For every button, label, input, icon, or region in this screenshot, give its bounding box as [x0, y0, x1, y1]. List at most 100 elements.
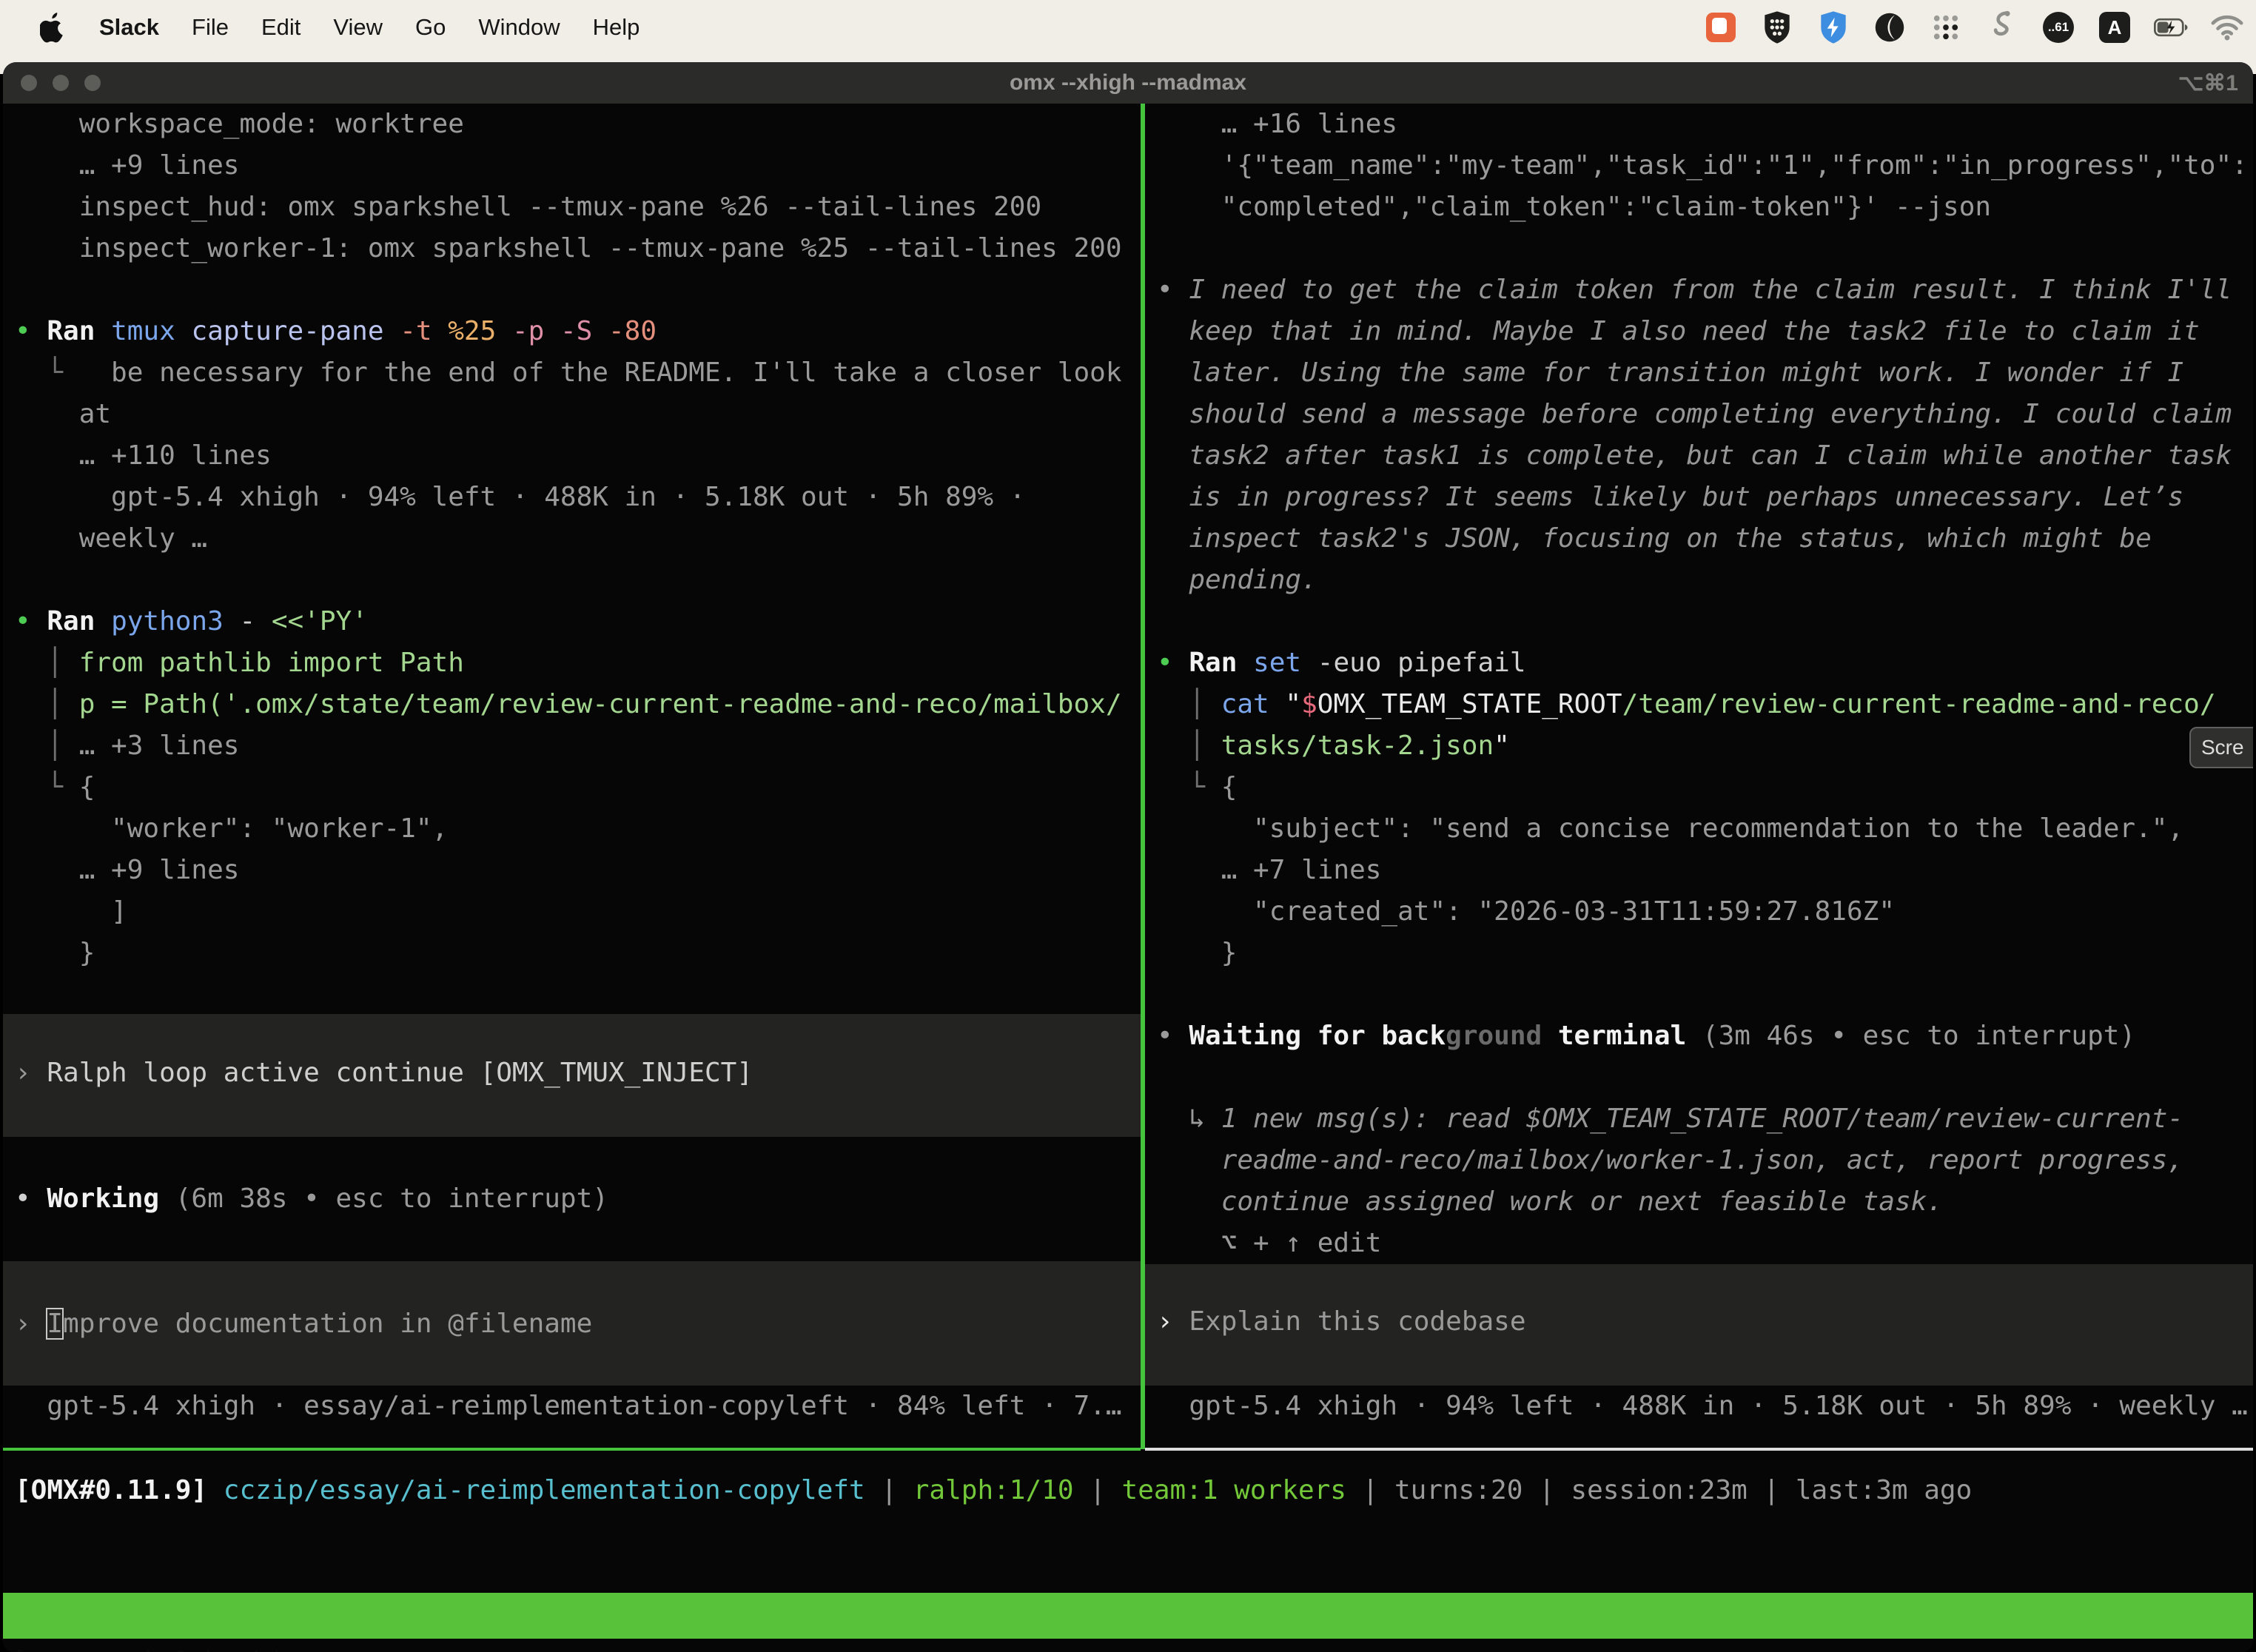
text-segment: weekly …	[15, 523, 207, 554]
notification-icon[interactable]	[1704, 10, 1738, 44]
text-segment: "worker": "worker-1",	[15, 813, 448, 844]
terminal-line: ]	[3, 891, 1141, 933]
text-segment: •	[15, 606, 47, 637]
text-segment: $	[1301, 689, 1317, 719]
menu-item-slack[interactable]: Slack	[99, 14, 159, 41]
text-segment: └	[15, 772, 79, 802]
terminal-line: └ {	[3, 767, 1141, 808]
menu-item-view[interactable]: View	[333, 14, 383, 41]
text-segment: -80	[608, 316, 657, 346]
window-shortcut-badge: ⌥⌘1	[2178, 70, 2238, 96]
prompt-input-line: › Ralph loop active continue [OMX_TMUX_I…	[3, 1052, 1141, 1094]
improve-input-band[interactable]: › Improve documentation in @filename	[3, 1261, 1141, 1386]
input-source-icon[interactable]: A	[2098, 10, 2132, 44]
wifi-icon[interactable]	[2210, 10, 2244, 44]
text-segment: └	[15, 357, 63, 388]
terminal-line: … +110 lines	[3, 435, 1141, 477]
text-segment: … +9 lines	[15, 855, 239, 885]
battery-icon[interactable]	[2154, 10, 2188, 44]
working-status-line: • Working (6m 38s • esc to interrupt)	[3, 1178, 1141, 1220]
text-segment: tasks/task-2.json	[1221, 731, 1494, 761]
shield-bolt-icon[interactable]	[1816, 10, 1850, 44]
tmux-session-name[interactable]: [omx-cczip0:bash*	[12, 1639, 284, 1652]
text-segment: │	[1157, 731, 1221, 761]
omx-session-status: [OMX#0.11.9] cczip/essay/ai-reimplementa…	[3, 1470, 2253, 1511]
terminal-line: }	[3, 933, 1141, 974]
text-segment: "subject": "send a concise recommendatio…	[1157, 813, 2183, 844]
text-segment: •	[1157, 275, 1189, 305]
text-segment: ground	[1446, 1021, 1542, 1051]
text-segment: later. Using the same for transition mig…	[1157, 357, 2183, 388]
terminal-line: └ {	[1145, 767, 2253, 808]
text-segment: is in progress? It seems likely but perh…	[1157, 482, 2183, 512]
tmux-status-bar: [omx-cczip0:bash* "MacBook-Pro-44.local"…	[3, 1593, 2253, 1639]
text-segment: │	[15, 689, 79, 719]
text-segment: capture-pane	[191, 316, 400, 346]
text-segment: /team/review-current-readme-and-reco/	[1622, 689, 2216, 719]
text-segment: … +110 lines	[15, 440, 272, 471]
dots-grid-icon[interactable]	[1929, 10, 1963, 44]
model-status-line: gpt-5.4 xhigh · essay/ai-reimplementatio…	[3, 1386, 1141, 1427]
text-segment: (6m 38s • esc to interrupt)	[175, 1183, 608, 1214]
text-segment: cat	[1221, 689, 1286, 719]
terminal-line: '{"team_name":"my-team","task_id":"1","f…	[1145, 145, 2253, 187]
terminal-line: "completed","claim_token":"claim-token"}…	[1145, 187, 2253, 228]
menu-item-edit[interactable]: Edit	[261, 14, 301, 41]
text-segment: Ralph loop active continue [OMX_TMUX_INJ…	[47, 1058, 753, 1088]
text-segment: •	[1157, 648, 1189, 678]
text-segment: p = Path('.omx/state/team/review-current…	[79, 689, 1122, 719]
text-segment: |	[1074, 1475, 1122, 1505]
text-segment: [OMX#0.11.9]	[15, 1475, 224, 1505]
desktop: Slack File Edit View Go Window Help ..61	[0, 0, 2256, 1652]
text-segment: task2 after task1 is complete, but can I…	[1157, 440, 2232, 471]
text-segment: gpt-5.4 xhigh · essay/ai-reimplementatio…	[15, 1391, 1122, 1421]
text-segment: }	[15, 938, 95, 968]
blank-line	[1145, 601, 2253, 642]
explain-input-band[interactable]: › Explain this codebase	[1145, 1264, 2253, 1386]
password-grid-icon[interactable]	[1760, 10, 1794, 44]
menu-item-go[interactable]: Go	[415, 14, 446, 41]
menu-item-help[interactable]: Help	[593, 14, 640, 41]
battery-percent-icon[interactable]: ..61	[2041, 10, 2075, 44]
text-segment: 'PY'	[303, 606, 368, 637]
apple-menu-icon[interactable]	[40, 10, 70, 44]
menu-bar-status-icons: ..61 A	[1704, 10, 2256, 44]
text-segment: ]	[15, 896, 127, 927]
terminal-line: }	[1145, 933, 2253, 974]
text-segment: from pathlib import Path	[79, 648, 464, 678]
menu-item-file[interactable]: File	[192, 14, 229, 41]
mailbox-message-line: ↳ 1 new msg(s): read $OMX_TEAM_STATE_ROO…	[1145, 1098, 2253, 1140]
text-segment: pending.	[1157, 565, 1317, 595]
omx-session-status-line: [OMX#0.11.9] cczip/essay/ai-reimplementa…	[3, 1470, 2253, 1511]
text-segment: inspect task2's JSON, focusing on the st…	[1157, 523, 2152, 554]
menu-item-window[interactable]: Window	[478, 14, 560, 41]
text-segment: └	[1157, 772, 1221, 802]
blank-line	[3, 269, 1141, 311]
mailbox-message-line: readme-and-reco/mailbox/worker-1.json, a…	[1145, 1140, 2253, 1181]
contrast-circle-icon[interactable]	[1873, 10, 1907, 44]
window-title-bar[interactable]: omx --xhigh --madmax ⌥⌘1	[3, 62, 2253, 104]
terminal-line: … +9 lines	[3, 850, 1141, 891]
right-terminal-pane[interactable]: … +16 lines '{"team_name":"my-team","tas…	[1145, 104, 2253, 1449]
right-pane-bottom-border	[1145, 1448, 2253, 1451]
waiting-status-line: • Waiting for background terminal (3m 46…	[1145, 1015, 2253, 1057]
text-segment: gpt-5.4 xhigh · 94% left · 488K in · 5.1…	[15, 482, 1025, 512]
terminal-window: omx --xhigh --madmax ⌥⌘1 workspace_mode:…	[3, 62, 2253, 1652]
text-segment: inspect_hud: omx sparkshell --tmux-pane …	[15, 192, 1041, 222]
text-segment: ⌥ + ↑ edit	[1157, 1228, 1381, 1258]
text-segment: ↳	[1157, 1104, 1221, 1134]
text-segment: I need to get the claim token from the c…	[1189, 275, 2232, 305]
text-segment: continue assigned work or next feasible …	[1157, 1186, 1943, 1217]
squiggle-icon[interactable]	[1985, 10, 2019, 44]
text-segment: workspace_mode: worktree	[15, 109, 464, 139]
ralph-input-band[interactable]: › Ralph loop active continue [OMX_TMUX_I…	[3, 1014, 1141, 1137]
text-segment: •	[1157, 1021, 1189, 1051]
text-segment: should send a message before completing …	[1157, 399, 2232, 429]
ran-python-command-line: • Ran python3 - <<'PY'	[3, 601, 1141, 642]
text-cursor: I	[47, 1309, 63, 1339]
terminal-line: at	[3, 394, 1141, 435]
left-terminal-pane[interactable]: workspace_mode: worktree … +9 lines insp…	[3, 104, 1141, 1449]
ran-tmux-command-line: • Ran tmux capture-pane -t %25 -p -S -80	[3, 311, 1141, 352]
reasoning-line: task2 after task1 is complete, but can I…	[1145, 435, 2253, 477]
terminal-line: │ from pathlib import Path	[3, 642, 1141, 684]
